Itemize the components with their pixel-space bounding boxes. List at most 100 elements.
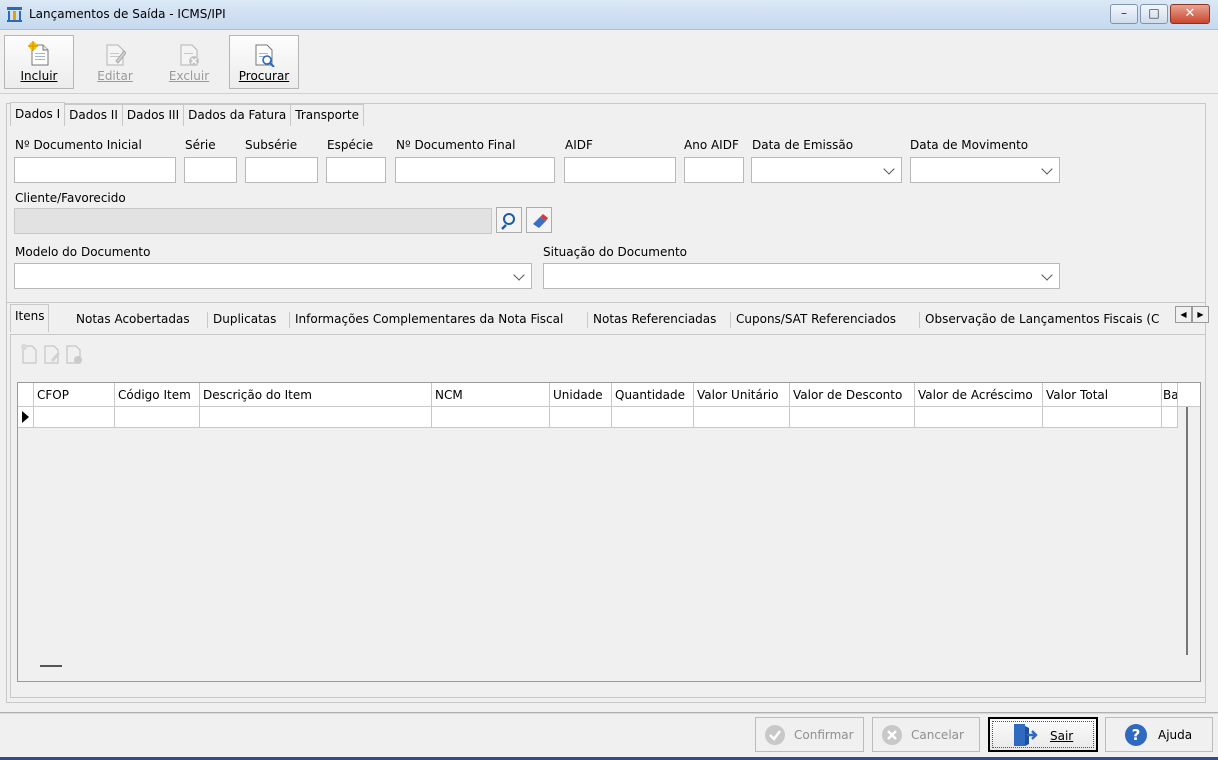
cell-ncm[interactable] bbox=[432, 407, 550, 428]
grid-horizontal-scrollbar[interactable] bbox=[40, 665, 62, 667]
num-doc-inicial-input[interactable] bbox=[14, 157, 176, 183]
search-cliente-button[interactable] bbox=[496, 207, 522, 233]
tab-itens[interactable]: Itens bbox=[10, 304, 50, 332]
subserie-label: Subsérie bbox=[245, 138, 298, 152]
close-icon: ✕ bbox=[1184, 6, 1196, 21]
svg-text:?: ? bbox=[1132, 726, 1141, 744]
tab-cupons-sat[interactable]: Cupons/SAT Referenciados bbox=[736, 306, 896, 332]
tab-dados-fatura[interactable]: Dados da Fatura bbox=[183, 104, 292, 126]
itens-toolbar bbox=[20, 343, 86, 365]
tab-notas-acobertadas[interactable]: Notas Acobertadas bbox=[76, 306, 190, 332]
tab-dados-i[interactable]: Dados I bbox=[10, 102, 66, 126]
grid-corner bbox=[18, 383, 34, 407]
grid-vertical-scrollbar[interactable] bbox=[1186, 407, 1188, 655]
eraser-icon bbox=[533, 214, 548, 228]
col-quantidade[interactable]: Quantidade bbox=[612, 383, 694, 407]
tab-transporte[interactable]: Transporte bbox=[290, 104, 364, 126]
ano-aidf-input[interactable] bbox=[684, 157, 744, 183]
chevron-down-icon bbox=[1041, 269, 1053, 281]
modelo-label: Modelo do Documento bbox=[15, 245, 151, 259]
col-ba[interactable]: Ba bbox=[1162, 383, 1178, 407]
tab-separator bbox=[289, 312, 290, 328]
aidf-input[interactable] bbox=[564, 157, 676, 183]
clear-cliente-button[interactable] bbox=[526, 207, 552, 233]
toolbar: Incluir Editar Excluir Procurar bbox=[0, 31, 1218, 93]
data-emissao-label: Data de Emissão bbox=[752, 138, 854, 152]
exit-door-icon bbox=[1014, 724, 1038, 746]
edit-item-icon[interactable] bbox=[42, 343, 62, 365]
procurar-button[interactable]: Procurar bbox=[229, 35, 299, 89]
tab-informacoes-complementares[interactable]: Informações Complementares da Nota Fisca… bbox=[295, 306, 563, 332]
aidf-label: AIDF bbox=[565, 138, 593, 152]
excluir-label: Excluir bbox=[168, 69, 210, 83]
cell-quantidade[interactable] bbox=[612, 407, 694, 428]
toolbar-divider bbox=[0, 93, 1218, 94]
procurar-label: Procurar bbox=[238, 69, 290, 83]
cell-ba[interactable] bbox=[1162, 407, 1178, 428]
tab-dados-ii[interactable]: Dados II bbox=[64, 104, 123, 126]
col-unidade[interactable]: Unidade bbox=[550, 383, 612, 407]
col-codigo-item[interactable]: Código Item bbox=[115, 383, 200, 407]
ajuda-button[interactable]: ? Ajuda bbox=[1105, 717, 1213, 752]
new-item-icon[interactable] bbox=[20, 343, 40, 365]
new-document-icon bbox=[28, 41, 49, 66]
chevron-down-icon bbox=[1041, 163, 1053, 175]
row-selector bbox=[18, 407, 34, 428]
cell-unidade[interactable] bbox=[550, 407, 612, 428]
num-doc-inicial-label: Nº Documento Inicial bbox=[15, 138, 142, 152]
tab-scroll-left-button[interactable]: ◀ bbox=[1175, 306, 1192, 323]
confirmar-button[interactable]: Confirmar bbox=[755, 717, 864, 752]
num-doc-final-input[interactable] bbox=[395, 157, 555, 183]
cliente-input[interactable] bbox=[14, 208, 492, 234]
sair-label: Sair bbox=[1050, 729, 1074, 743]
title-bar: Lançamentos de Saída - ICMS/IPI – □ ✕ bbox=[0, 0, 1218, 30]
cancelar-button[interactable]: Cancelar bbox=[872, 717, 980, 752]
itens-grid[interactable]: CFOP Código Item Descrição do Item NCM U… bbox=[17, 382, 1201, 682]
col-valor-desconto[interactable]: Valor de Desconto bbox=[790, 383, 915, 407]
modelo-select[interactable] bbox=[14, 263, 532, 289]
col-valor-unitario[interactable]: Valor Unitário bbox=[694, 383, 790, 407]
tab-observacao[interactable]: Observação de Lançamentos Fiscais (C bbox=[925, 306, 1175, 332]
ajuda-label: Ajuda bbox=[1158, 728, 1193, 742]
panel-divider bbox=[6, 302, 1206, 303]
minimize-button[interactable]: – bbox=[1110, 4, 1138, 24]
sair-button[interactable]: Sair bbox=[988, 717, 1098, 752]
situacao-select[interactable] bbox=[543, 263, 1060, 289]
maximize-button[interactable]: □ bbox=[1140, 4, 1168, 24]
col-valor-total[interactable]: Valor Total bbox=[1043, 383, 1162, 407]
col-ncm[interactable]: NCM bbox=[432, 383, 550, 407]
cell-valor-total[interactable] bbox=[1043, 407, 1162, 428]
data-movimento-select[interactable] bbox=[910, 157, 1060, 183]
tab-separator bbox=[730, 312, 731, 328]
cell-codigo-item[interactable] bbox=[115, 407, 200, 428]
focus-ring bbox=[992, 721, 1094, 748]
tab-duplicatas[interactable]: Duplicatas bbox=[213, 306, 276, 332]
incluir-button[interactable]: Incluir bbox=[4, 35, 74, 89]
cell-descricao-item[interactable] bbox=[200, 407, 432, 428]
left-arrow-icon: ◀ bbox=[1180, 310, 1187, 319]
window-title: Lançamentos de Saída - ICMS/IPI bbox=[29, 7, 226, 21]
cell-cfop[interactable] bbox=[34, 407, 115, 428]
close-button[interactable]: ✕ bbox=[1170, 4, 1210, 24]
tab-separator bbox=[587, 312, 588, 328]
especie-input[interactable] bbox=[326, 157, 386, 183]
grid-header: CFOP Código Item Descrição do Item NCM U… bbox=[18, 383, 1200, 407]
editar-button[interactable]: Editar bbox=[80, 35, 150, 89]
tab-notas-referenciadas[interactable]: Notas Referenciadas bbox=[593, 306, 716, 332]
cell-valor-desconto[interactable] bbox=[790, 407, 915, 428]
tab-dados-iii[interactable]: Dados III bbox=[121, 104, 185, 126]
cell-valor-unitario[interactable] bbox=[694, 407, 790, 428]
excluir-button[interactable]: Excluir bbox=[154, 35, 224, 89]
table-row[interactable] bbox=[18, 407, 1178, 428]
editar-label: Editar bbox=[97, 69, 133, 83]
cell-valor-acrescimo[interactable] bbox=[915, 407, 1043, 428]
data-emissao-select[interactable] bbox=[751, 157, 902, 183]
tab-scroll-right-button[interactable]: ▶ bbox=[1192, 306, 1209, 323]
subserie-input[interactable] bbox=[245, 157, 318, 183]
delete-item-icon[interactable] bbox=[64, 343, 84, 365]
serie-input[interactable] bbox=[184, 157, 237, 183]
cliente-label: Cliente/Favorecido bbox=[15, 191, 126, 205]
col-descricao-item[interactable]: Descrição do Item bbox=[200, 383, 432, 407]
col-valor-acrescimo[interactable]: Valor de Acréscimo bbox=[915, 383, 1043, 407]
col-cfop[interactable]: CFOP bbox=[34, 383, 115, 407]
